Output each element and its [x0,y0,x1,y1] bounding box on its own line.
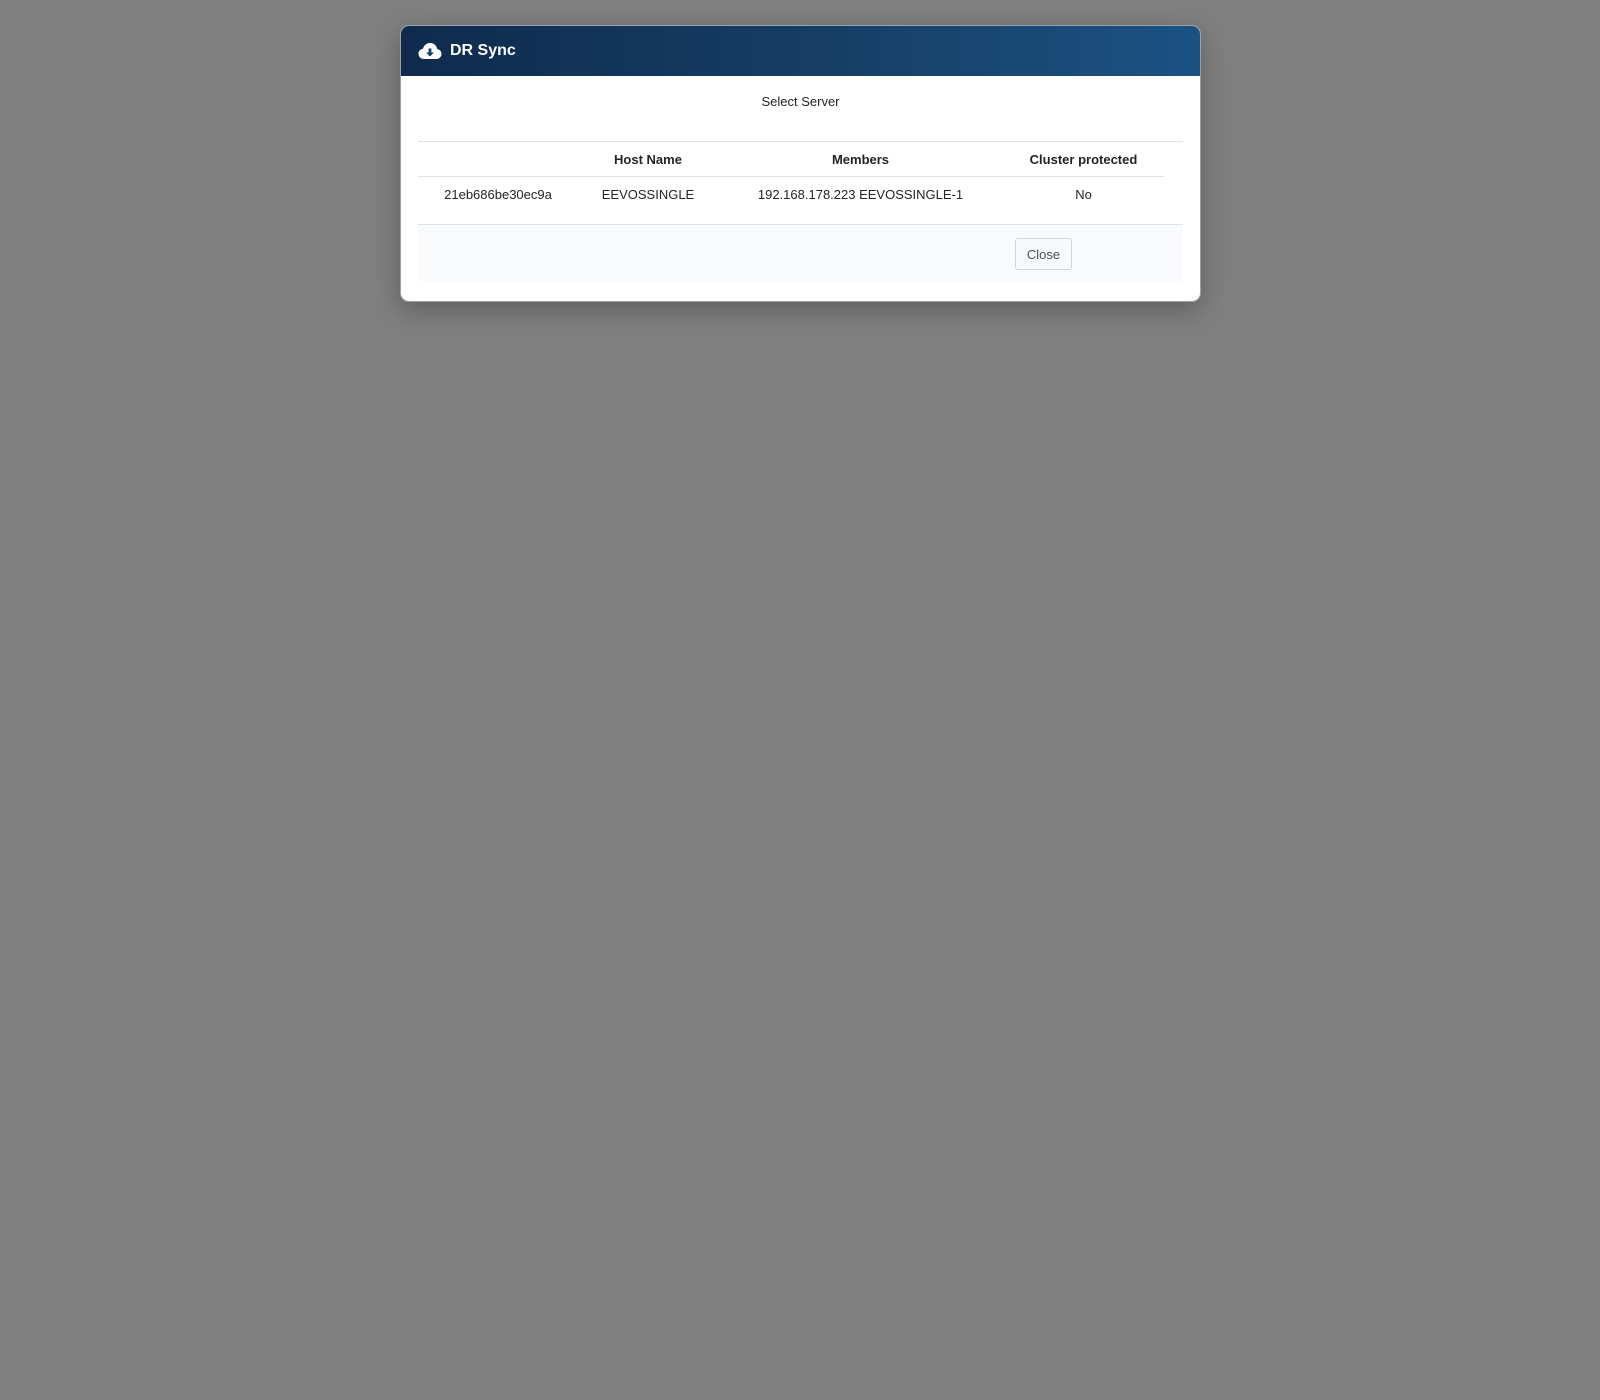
row-id-cell: 21eb686be30ec9a [444,186,552,202]
row-cluster-protected-cell: No [1075,186,1092,202]
column-header-cluster-protected: Cluster protected [1003,142,1164,177]
modal-footer: Close [418,224,1183,281]
cloud-download-icon [418,41,442,61]
row-members-cell: 192.168.178.223 EEVOSSINGLE-1 [757,186,964,202]
column-header-host-name: Host Name [578,142,718,177]
table-header-row: Host Name Members Cluster protected [418,142,1164,177]
server-table: Host Name Members Cluster protected 21eb… [418,142,1164,211]
modal-subtitle: Select Server [761,94,840,109]
modal-title: DR Sync [450,42,516,59]
modal-header: DR Sync [401,26,1200,76]
column-header-id [418,142,578,177]
close-button[interactable]: Close [1015,238,1072,270]
row-host-name-cell: EEVOSSINGLE [601,186,695,202]
table-row[interactable]: 21eb686be30ec9a EEVOSSINGLE 192.168.178.… [418,177,1164,212]
dr-sync-modal: DR Sync Select Server Host Name Members … [400,25,1201,302]
modal-body: Select Server Host Name Members Cluster … [401,94,1200,281]
column-header-members: Members [718,142,1003,177]
